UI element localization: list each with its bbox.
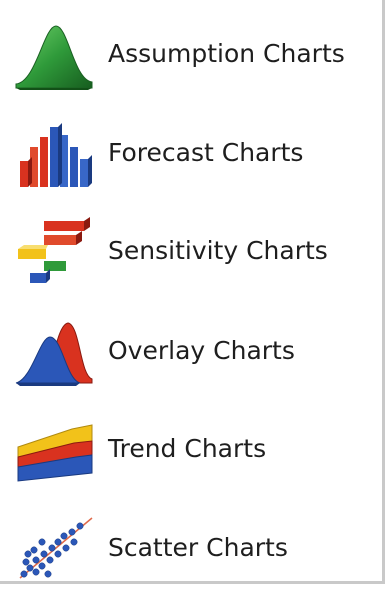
menu-item-forecast-charts[interactable]: Forecast Charts [0, 105, 382, 201]
menu-item-label: Scatter Charts [108, 533, 288, 562]
overlay-chart-icon [14, 315, 94, 387]
menu-item-label: Sensitivity Charts [108, 236, 328, 265]
menu-item-assumption-charts[interactable]: Assumption Charts [0, 6, 382, 102]
scatter-chart-icon [14, 512, 94, 584]
menu-item-label: Forecast Charts [108, 138, 304, 167]
menu-item-label: Overlay Charts [108, 336, 295, 365]
menu-item-label: Assumption Charts [108, 39, 345, 68]
sensitivity-chart-icon [14, 215, 94, 287]
menu-item-overlay-charts[interactable]: Overlay Charts [0, 303, 382, 399]
menu-item-sensitivity-charts[interactable]: Sensitivity Charts [0, 203, 382, 299]
forecast-chart-icon [14, 117, 94, 189]
menu-item-trend-charts[interactable]: Trend Charts [0, 401, 382, 497]
assumption-chart-icon [14, 18, 94, 90]
menu-item-scatter-charts[interactable]: Scatter Charts [0, 500, 382, 596]
trend-chart-icon [14, 413, 94, 485]
chart-type-menu: Assumption Charts Forecast Charts Sensit… [0, 0, 385, 584]
menu-item-label: Trend Charts [108, 434, 267, 463]
